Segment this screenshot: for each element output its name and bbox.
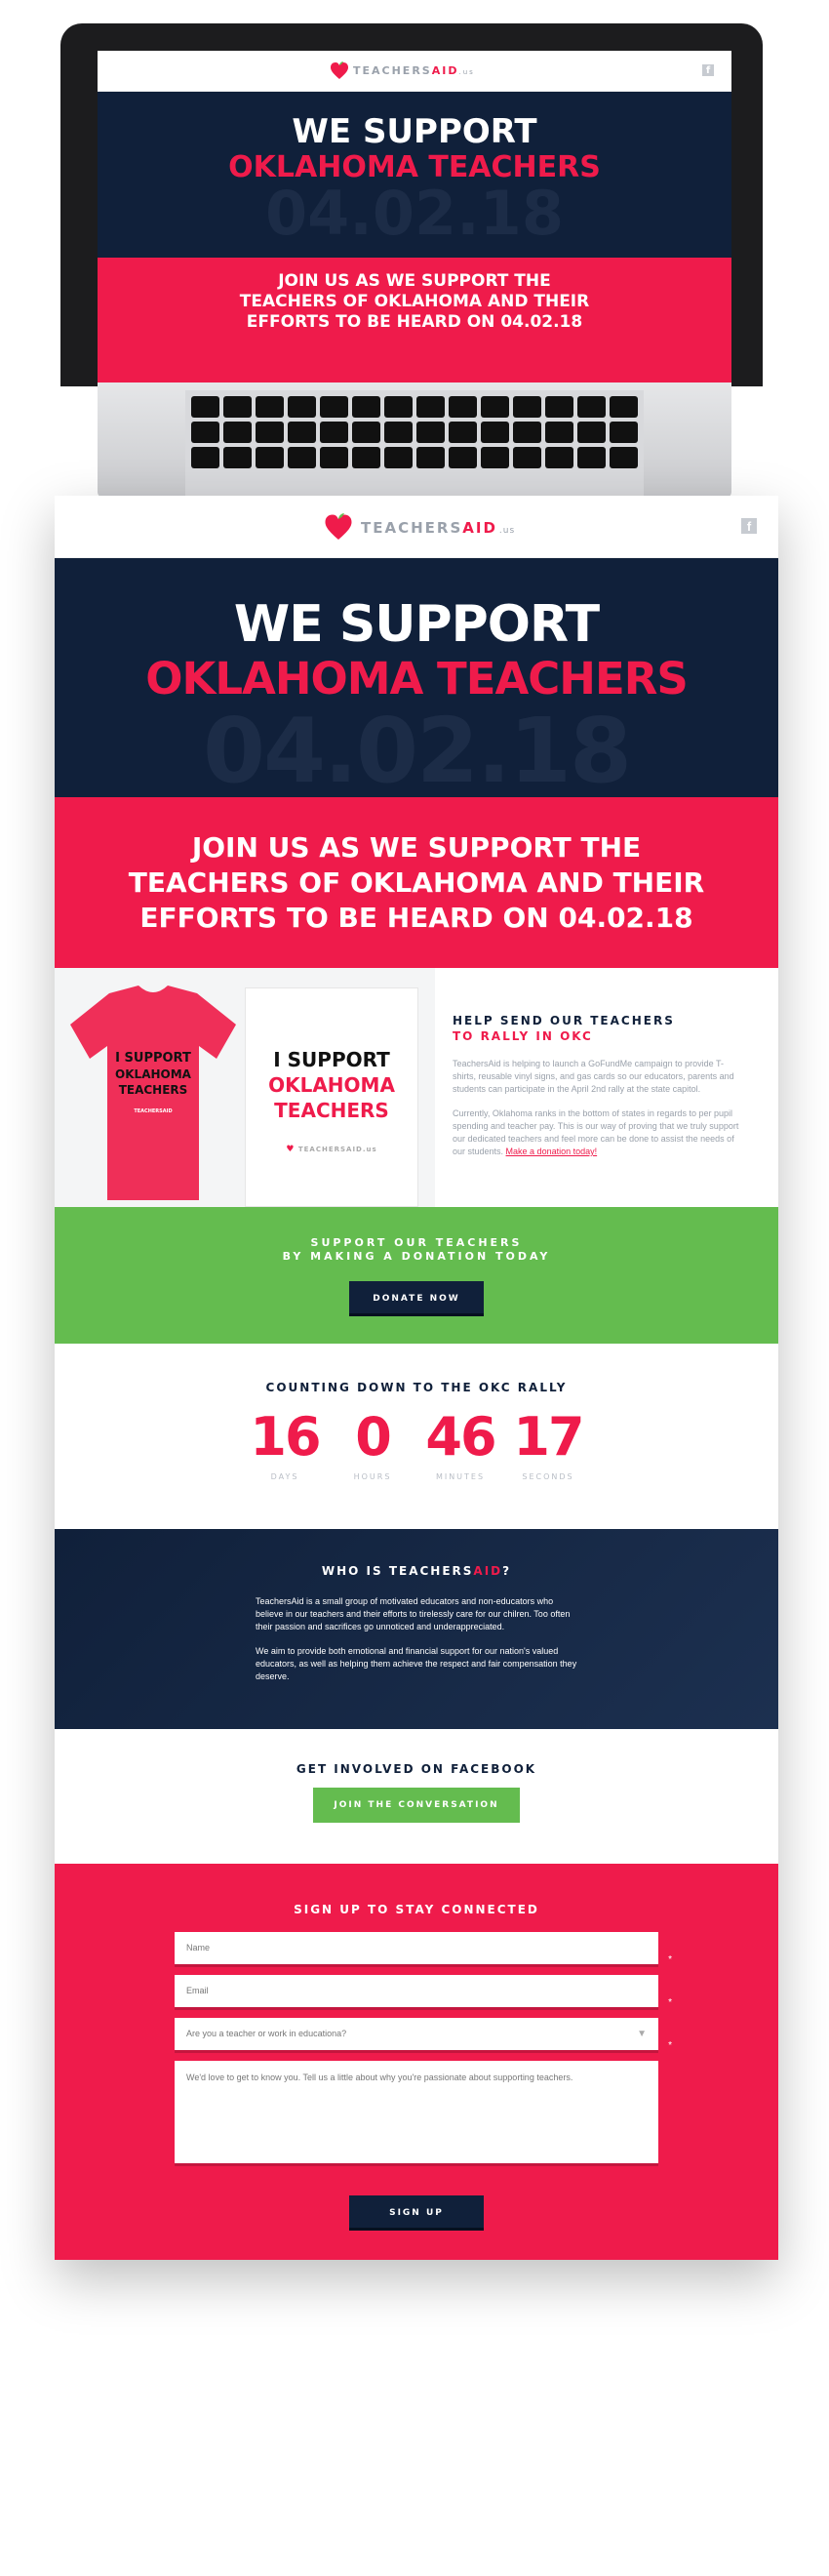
- mini-hero: 04.02.18 WE SUPPORT OKLAHOMA TEACHERS: [98, 92, 731, 258]
- countdown-label: MINUTES: [435, 1472, 486, 1481]
- mini-join-band: JOIN US AS WE SUPPORT THE TEACHERS OF OK…: [98, 258, 731, 382]
- card-logo-text: TEACHERSAID.us: [297, 1146, 377, 1153]
- hero-date: 04.02.18: [203, 699, 632, 798]
- who-paragraph: TeachersAid is a small group of motivate…: [256, 1596, 571, 1631]
- card-logo: ♥ TEACHERSAID.us: [246, 1145, 417, 1154]
- email-field[interactable]: Email *: [175, 1975, 672, 2010]
- logo-text: TEACHERSAID .us: [361, 519, 515, 537]
- message-textarea[interactable]: We'd love to get to know you. Tell us a …: [175, 2061, 658, 2166]
- countdown-label: HOURS: [353, 1472, 392, 1481]
- laptop-mockup: TEACHERSAID.us f 04.02.18 WE SUPPORT OKL…: [0, 0, 829, 498]
- mini-band-line: EFFORTS TO BE HEARD ON 04.02.18: [246, 312, 583, 332]
- shirt-logo: TEACHERSAID: [134, 1108, 172, 1114]
- hero-title-line2: OKLAHOMA TEACHERS: [145, 653, 689, 704]
- info-section: I SUPPORT OKLAHOMA TEACHERS TEACHERSAID …: [55, 968, 778, 1207]
- donation-link[interactable]: Make a donation today!: [506, 1147, 598, 1156]
- donate-title-line1: SUPPORT OUR TEACHERS: [310, 1236, 523, 1249]
- join-band: JOIN US AS WE SUPPORT THE TEACHERS OF OK…: [55, 797, 778, 968]
- logo-main: TEACHERS: [361, 519, 463, 537]
- logo-accent: AID: [462, 519, 497, 537]
- mini-logo-main: TEACHERS: [353, 64, 432, 77]
- info-paragraph: TeachersAid is helping to launch a GoFun…: [453, 1059, 734, 1094]
- mini-band-line: JOIN US AS WE SUPPORT THE: [278, 271, 551, 291]
- signup-section: SIGN UP TO STAY CONNECTED Name * Email * A…: [55, 1864, 778, 2260]
- name-placeholder: Name: [186, 1943, 211, 1952]
- countdown-value: 0: [355, 1406, 392, 1468]
- countdown-hours: 0 HOURS: [337, 1406, 408, 1482]
- facebook-icon[interactable]: f: [741, 518, 757, 534]
- countdown-label: DAYS: [270, 1472, 299, 1481]
- info-paragraph: Currently, Oklahoma ranks in the bottom …: [453, 1107, 745, 1158]
- name-field[interactable]: Name *: [175, 1932, 672, 1967]
- info-title: HELP SEND OUR TEACHERS: [453, 1014, 675, 1027]
- shirt-text-line: OKLAHOMA: [115, 1067, 192, 1081]
- countdown-minutes: 46 MINUTES: [425, 1406, 496, 1482]
- heart-logo-icon: [331, 61, 348, 79]
- facebook-title: GET INVOLVED ON FACEBOOK: [296, 1762, 537, 1776]
- who-title-end: ?: [502, 1564, 512, 1578]
- countdown-value: 46: [425, 1406, 496, 1468]
- countdown-seconds: 17 SECONDS: [513, 1406, 584, 1482]
- site-logo[interactable]: TEACHERSAID .us: [324, 513, 515, 543]
- donate-now-button[interactable]: DONATE NOW: [349, 1281, 484, 1316]
- who-title: WHO IS TEACHERSAID?: [55, 1564, 778, 1578]
- mini-header: TEACHERSAID.us f: [98, 51, 731, 92]
- donate-section: SUPPORT OUR TEACHERS BY MAKING A DONATIO…: [55, 1207, 778, 1344]
- heart-logo-icon: [325, 513, 352, 540]
- hero-section: 04.02.18 WE SUPPORT OKLAHOMA TEACHERS: [55, 558, 778, 797]
- info-subtitle: TO RALLY IN OKC: [453, 1029, 593, 1043]
- required-mark: *: [668, 2040, 672, 2051]
- countdown-title: COUNTING DOWN TO THE OKC RALLY: [265, 1381, 568, 1394]
- shirt-text-line: TEACHERS: [119, 1083, 188, 1097]
- required-mark: *: [668, 1997, 672, 2008]
- teacher-select[interactable]: Are you a teacher or work in educationa?…: [175, 2018, 672, 2053]
- support-card: I SUPPORT OKLAHOMA TEACHERS ♥ TEACHERSAI…: [245, 987, 418, 1207]
- mini-logo-accent: AID: [431, 64, 459, 77]
- card-line1: I SUPPORT: [273, 1048, 390, 1071]
- message-placeholder: We'd love to get to know you. Tell us a …: [186, 2073, 573, 2082]
- site-header: TEACHERSAID .us f: [55, 496, 778, 558]
- logo-suffix: .us: [498, 526, 516, 536]
- countdown-value: 17: [513, 1406, 584, 1468]
- countdown-label: SECONDS: [522, 1472, 574, 1481]
- join-line: TEACHERS OF OKLAHOMA AND THEIR: [128, 866, 705, 899]
- mini-facebook-icon: f: [702, 64, 714, 76]
- who-title-main: WHO IS TEACHERS: [321, 1564, 474, 1578]
- who-paragraph: We aim to provide both emotional and fin…: [256, 1646, 577, 1681]
- merch-image: I SUPPORT OKLAHOMA TEACHERS TEACHERSAID …: [55, 968, 435, 1207]
- laptop-keyboard: [185, 390, 644, 498]
- countdown-days: 16 DAYS: [250, 1406, 321, 1482]
- join-conversation-button[interactable]: JOIN THE CONVERSATION: [313, 1788, 520, 1823]
- signup-title: SIGN UP TO STAY CONNECTED: [294, 1903, 539, 1916]
- tshirt-image: I SUPPORT OKLAHOMA TEACHERS TEACHERSAID: [70, 986, 236, 1200]
- laptop-screen: TEACHERSAID.us f 04.02.18 WE SUPPORT OKL…: [98, 51, 731, 382]
- mini-logo-suffix: .us: [458, 68, 475, 76]
- who-section: WHO IS TEACHERSAID? TeachersAid is a sma…: [55, 1529, 778, 1729]
- chevron-down-icon: ▼: [637, 2029, 647, 2039]
- countdown-section: COUNTING DOWN TO THE OKC RALLY 16 DAYS 0…: [55, 1344, 778, 1529]
- heart-icon: ♥: [286, 1145, 296, 1154]
- facebook-section: GET INVOLVED ON FACEBOOK JOIN THE CONVER…: [55, 1729, 778, 1864]
- hero-title-line1: WE SUPPORT: [233, 595, 600, 654]
- mini-band-line: TEACHERS OF OKLAHOMA AND THEIR: [239, 292, 590, 311]
- card-line2: OKLAHOMA: [268, 1073, 395, 1097]
- mini-hero-line1: WE SUPPORT: [292, 112, 537, 151]
- countdown-value: 16: [250, 1406, 321, 1468]
- shirt-text-line: I SUPPORT: [115, 1051, 191, 1066]
- join-line: JOIN US AS WE SUPPORT THE: [191, 831, 642, 864]
- who-body: TeachersAid is a small group of motivate…: [256, 1595, 577, 1683]
- card-line3: TEACHERS: [274, 1099, 389, 1122]
- countdown-timer: 16 DAYS 0 HOURS 46 MINUTES 17 SECONDS: [55, 1406, 778, 1482]
- donate-title-line2: BY MAKING A DONATION TODAY: [282, 1250, 551, 1263]
- website-page: TEACHERSAID .us f 04.02.18 WE SUPPORT OKL…: [55, 496, 778, 2260]
- mini-hero-line2: OKLAHOMA TEACHERS: [228, 150, 601, 184]
- info-text: HELP SEND OUR TEACHERS TO RALLY IN OKC T…: [453, 1013, 745, 1170]
- join-line: EFFORTS TO BE HEARD ON 04.02.18: [139, 902, 693, 934]
- select-placeholder: Are you a teacher or work in educationa?: [186, 2029, 347, 2038]
- mini-hero-date: 04.02.18: [265, 178, 564, 249]
- signup-button[interactable]: SIGN UP: [349, 2195, 484, 2231]
- email-placeholder: Email: [186, 1986, 209, 1995]
- required-mark: *: [668, 1954, 672, 1965]
- who-title-accent: AID: [473, 1564, 503, 1578]
